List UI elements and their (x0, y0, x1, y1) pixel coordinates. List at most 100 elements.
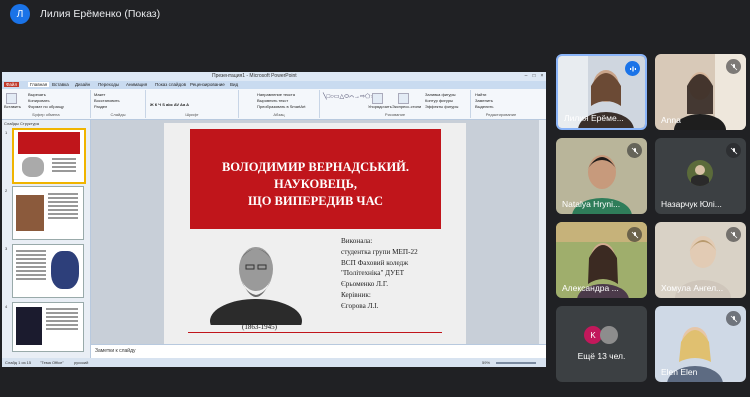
slide-editor[interactable]: ВОЛОДИМИР ВЕРНАДСЬКИЙ. НАУКОВЕЦЬ, ЩО ВИП… (91, 120, 546, 358)
quick-styles-icon[interactable] (398, 93, 409, 104)
tab-animation[interactable]: Анимация (126, 82, 147, 87)
paragraph-group: Направление текста Выровнять текст Преоб… (239, 90, 320, 118)
slide-title-box[interactable]: ВОЛОДИМИР ВЕРНАДСЬКИЙ. НАУКОВЕЦЬ, ЩО ВИП… (190, 129, 441, 229)
tab-file[interactable]: Файл (4, 82, 20, 87)
slide-thumbnail-2[interactable] (12, 186, 84, 240)
participant-tile[interactable]: Elen Elen (655, 306, 746, 382)
smartart-button[interactable]: Преобразовать в SmartArt (257, 104, 306, 109)
replace-button[interactable]: Заменить (475, 98, 493, 103)
speaking-indicator-icon (625, 61, 640, 76)
thumb-image (51, 251, 79, 289)
paste-icon[interactable] (6, 93, 17, 104)
section-button[interactable]: Раздел (94, 104, 107, 109)
shapes-gallery[interactable]: ╲□○▭△⬭⌒→⇨⬠☆ (323, 93, 376, 101)
thumb-number: 2 (5, 188, 8, 193)
tab-design[interactable]: Дизайн (75, 82, 90, 87)
info-line: Виконала: (341, 237, 373, 245)
participant-tile[interactable]: Хомула Ангел... (655, 222, 746, 298)
tab-review[interactable]: Рецензирование (190, 82, 225, 87)
shape-outline-button[interactable]: Контур фигуры (425, 98, 453, 103)
font-style-buttons[interactable]: Ж К Ч S abc AV Aa A (150, 102, 189, 107)
years-caption: (1863-1945) (242, 323, 277, 331)
find-button[interactable]: Найти (475, 92, 486, 97)
tab-insert[interactable]: Вставка (52, 82, 69, 87)
current-slide[interactable]: ВОЛОДИМИР ВЕРНАДСЬКИЙ. НАУКОВЕЦЬ, ЩО ВИП… (164, 123, 466, 350)
font-label: Шрифт (185, 112, 199, 117)
quick-styles-button[interactable]: Экспресс-стили (392, 104, 421, 109)
participant-name: Anna (661, 115, 681, 125)
slide-thumbnail-1[interactable] (12, 128, 86, 184)
arrange-button[interactable]: Упорядочить (368, 104, 392, 109)
info-line: Керівник: (341, 290, 371, 299)
reset-button[interactable]: Восстановить (94, 98, 120, 103)
participant-tile[interactable]: Назарчук Юлі... (655, 138, 746, 214)
align-text-button[interactable]: Выровнять текст (257, 98, 288, 103)
font-group: Ж К Ч S abc AV Aa A Шрифт (146, 90, 239, 118)
participant-tile[interactable]: Александра ... (556, 222, 647, 298)
slide-title-line-2: НАУКОВЕЦЬ, (273, 177, 358, 191)
thumb-text-lines (52, 158, 76, 160)
participant-tile[interactable]: Лилия Ерёме... (556, 54, 647, 130)
ppt-ribbon-tabs: Файл Главная Вставка Дизайн Переходы Ани… (2, 81, 546, 89)
layout-button[interactable]: Макет (94, 92, 105, 97)
slide-title: ВОЛОДИМИР ВЕРНАДСЬКИЙ. НАУКОВЕЦЬ, ЩО ВИП… (190, 159, 441, 210)
text-direction-button[interactable]: Направление текста (257, 92, 295, 97)
bottom-red-line (188, 332, 442, 333)
paste-button[interactable]: Вставить (4, 104, 21, 109)
more-participants-tile[interactable]: K Ещё 13 чел. (556, 306, 647, 382)
slide-title-line-1: ВОЛОДИМИР ВЕРНАДСЬКИЙ. (221, 160, 410, 174)
mic-off-icon (726, 227, 741, 242)
thumb-portrait (22, 157, 44, 177)
arrange-icon[interactable] (372, 93, 383, 104)
tab-home[interactable]: Главная (28, 82, 50, 87)
info-line: студентка групи МЕП-22 (341, 247, 418, 256)
drawing-label: Рисование (384, 112, 406, 117)
cut-button[interactable]: Вырезать (28, 92, 46, 97)
mic-off-icon (627, 227, 642, 242)
info-line: ВСП Фаховий коледж (341, 258, 409, 267)
vertical-scrollbar[interactable] (539, 120, 546, 358)
tab-transitions[interactable]: Переходы (98, 82, 119, 87)
shape-fill-button[interactable]: Заливка фигуры (425, 92, 456, 97)
thumb-image (16, 195, 44, 231)
copy-button[interactable]: Копировать (28, 98, 50, 103)
participant-name: Хомула Ангел... (661, 283, 724, 293)
language: русский (74, 360, 89, 365)
mic-off-icon (627, 143, 642, 158)
minimize-icon[interactable]: – (522, 73, 530, 79)
notes-placeholder: Заметки к слайду (95, 348, 136, 354)
paragraph-label: Абзац (273, 112, 285, 117)
slide-thumbnail-3[interactable] (12, 244, 84, 298)
format-painter-button[interactable]: Формат по образцу (28, 104, 64, 109)
tab-slideshow[interactable]: Показ слайдов (155, 82, 186, 87)
info-line: Єрьоменко Л.Г. (341, 280, 388, 289)
meeting-title: Лилия Ерёменко (Показ) (40, 8, 161, 20)
editing-group: Найти Заменить Выделить Редактирование (471, 90, 531, 118)
maximize-icon[interactable]: □ (530, 73, 538, 79)
slides-group: Макет Восстановить Раздел Слайды (91, 90, 146, 118)
thumb-number: 3 (5, 246, 8, 251)
mic-off-icon (726, 143, 741, 158)
ppt-window-title: Презентация1 - Microsoft PowerPoint (212, 73, 297, 79)
mic-off-icon (726, 311, 741, 326)
select-button[interactable]: Выделить (475, 104, 493, 109)
tab-view[interactable]: Вид (230, 82, 238, 87)
zoom-slider[interactable] (496, 362, 536, 364)
thumb-number: 1 (5, 130, 8, 135)
drawing-group: ╲□○▭△⬭⌒→⇨⬠☆ Упорядочить Экспресс-стили З… (320, 90, 471, 118)
zoom-level[interactable]: 59% (482, 360, 490, 365)
notes-pane[interactable]: Заметки к слайду (91, 344, 546, 359)
slide-title-line-3: ЩО ВИПЕРЕДИВ ЧАС (247, 194, 384, 208)
slide-thumbnail-4[interactable] (12, 302, 84, 352)
participant-tile[interactable]: Anna (655, 54, 746, 130)
mic-off-icon (726, 59, 741, 74)
thumb-number: 4 (5, 304, 8, 309)
shape-effects-button[interactable]: Эффекты фигуры (425, 104, 458, 109)
info-line: "Політехніка" ДУЕТ (341, 269, 405, 278)
participant-name: Natalya Hryni... (562, 199, 621, 209)
participant-avatar (687, 160, 713, 186)
thumb-red-box (18, 132, 80, 154)
thumb-tabs[interactable]: Слайды Структура (4, 121, 39, 126)
close-icon[interactable]: × (538, 73, 546, 79)
participant-tile[interactable]: Natalya Hryni... (556, 138, 647, 214)
